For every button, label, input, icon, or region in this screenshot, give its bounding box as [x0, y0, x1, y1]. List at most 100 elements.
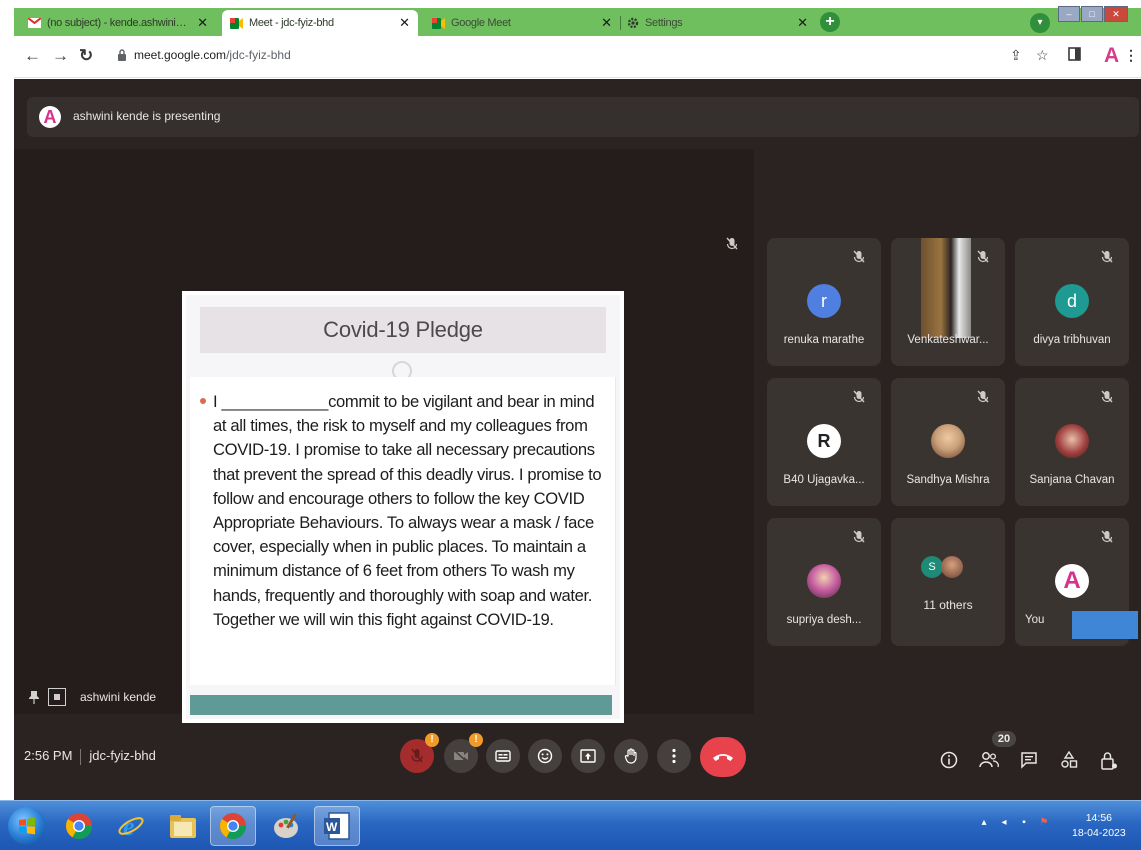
presented-slide: Covid-19 Pledge I ____________commit to …: [182, 291, 624, 723]
camera-off-icon: [453, 750, 468, 762]
close-tab-icon[interactable]: ✕: [601, 15, 612, 31]
meeting-info: 2:56 PM jdc-fyiz-bhd: [24, 748, 156, 765]
lock-icon[interactable]: [117, 49, 127, 61]
meeting-code: jdc-fyiz-bhd: [89, 748, 156, 763]
tab-google-meet[interactable]: Google Meet ✕: [424, 10, 620, 36]
meeting-details-icon[interactable]: [940, 751, 958, 769]
tab-title: Meet - jdc-fyiz-bhd: [249, 17, 334, 29]
close-window-icon[interactable]: ✕: [1104, 6, 1128, 22]
taskbar-chrome-running[interactable]: [210, 806, 256, 846]
participant-tile[interactable]: R B40 Ujagavka...: [767, 378, 881, 506]
close-tab-icon[interactable]: ✕: [399, 15, 410, 31]
mic-off-icon: [977, 390, 989, 403]
tab-title: Google Meet: [451, 17, 511, 29]
chrome-icon: [219, 813, 247, 840]
reactions-button[interactable]: [528, 739, 562, 773]
participant-tile[interactable]: r renuka marathe: [767, 238, 881, 366]
participant-photo: [1055, 424, 1089, 458]
svg-text:e: e: [123, 812, 135, 841]
start-button[interactable]: [8, 807, 46, 845]
mic-off-icon: [1101, 390, 1113, 403]
tray-expand-icon[interactable]: ▴: [978, 817, 990, 829]
pledge-text: I ____________commit to be vigilant and …: [213, 392, 602, 629]
presenting-text: ashwini kende is presenting: [73, 109, 221, 123]
participant-tile[interactable]: Sandhya Mishra: [891, 378, 1005, 506]
participant-avatar: r: [807, 284, 841, 318]
new-tab-button[interactable]: +: [820, 12, 840, 32]
maximize-icon[interactable]: □: [1081, 6, 1103, 22]
more-options-button[interactable]: [657, 739, 691, 773]
more-vert-icon: [672, 748, 676, 764]
presenter-name: ashwini kende: [80, 690, 157, 704]
reload-icon[interactable]: ↻: [79, 46, 93, 66]
bookmark-star-icon[interactable]: ☆: [1036, 47, 1049, 64]
tab-meet-active[interactable]: Meet - jdc-fyiz-bhd ✕: [222, 10, 418, 36]
taskbar-internet-explorer[interactable]: e: [108, 806, 154, 846]
camera-button[interactable]: [444, 733, 483, 773]
participant-name: Sanjana Chavan: [1029, 474, 1115, 486]
tab-title: Settings: [645, 17, 683, 29]
others-count-label: 11 others: [923, 598, 973, 612]
captions-icon: [495, 750, 511, 762]
activities-icon[interactable]: [1060, 751, 1078, 769]
gmail-icon: [28, 17, 41, 30]
mic-off-icon: [411, 748, 423, 763]
leave-call-button[interactable]: [700, 737, 746, 777]
minimize-icon[interactable]: –: [1058, 6, 1080, 22]
emoji-icon: [537, 748, 553, 764]
taskbar-clock[interactable]: 14:56 18-04-2023: [1072, 811, 1126, 841]
captions-button[interactable]: [486, 739, 520, 773]
tab-gmail[interactable]: (no subject) - kende.ashwini@gr ✕: [20, 10, 216, 36]
profile-avatar-icon[interactable]: A: [1104, 44, 1119, 68]
others-tile[interactable]: S 11 others: [891, 518, 1005, 646]
slide-footer-band: [190, 695, 612, 715]
participant-avatar: R: [807, 424, 841, 458]
share-icon[interactable]: ⇪: [1010, 47, 1022, 64]
host-controls-icon[interactable]: [1100, 751, 1118, 771]
mic-off-icon: [977, 250, 989, 263]
taskbar-explorer[interactable]: [160, 806, 206, 846]
participant-video: [921, 238, 971, 338]
people-icon[interactable]: [979, 751, 999, 769]
microphone-button[interactable]: [400, 733, 439, 773]
participant-tile[interactable]: Sanjana Chavan: [1015, 378, 1129, 506]
volume-icon[interactable]: ◂: [998, 817, 1010, 829]
chrome-icon: [65, 813, 93, 840]
network-icon[interactable]: ▪: [1018, 817, 1030, 829]
raise-hand-button[interactable]: [614, 739, 648, 773]
self-highlight-bar: [1072, 611, 1138, 639]
address-bar[interactable]: meet.google.com/jdc-fyiz-bhd: [134, 48, 291, 62]
taskbar-paint[interactable]: [264, 806, 310, 846]
clock-time: 14:56: [1085, 812, 1112, 824]
presenter-avatar: A: [39, 106, 61, 128]
tab-search-icon[interactable]: ▾: [1030, 13, 1050, 33]
side-panel-icon[interactable]: [1068, 47, 1081, 64]
svg-text:W: W: [326, 820, 338, 834]
meet-window: A ashwini kende is presenting Covid-19 P…: [14, 79, 1141, 800]
participant-tile[interactable]: d divya tribhuvan: [1015, 238, 1129, 366]
word-icon: W: [324, 812, 350, 840]
forward-icon[interactable]: →: [52, 46, 69, 66]
present-button[interactable]: [571, 739, 605, 773]
others-avatar-photo: [941, 556, 963, 578]
pin-icon[interactable]: [28, 690, 40, 704]
tab-title: (no subject) - kende.ashwini@gr: [47, 17, 192, 29]
window-controls: – □ ✕: [1058, 6, 1129, 22]
folder-icon: [170, 815, 196, 838]
participant-avatar: d: [1055, 284, 1089, 318]
participant-tile[interactable]: supriya desh...: [767, 518, 881, 646]
chat-icon[interactable]: [1020, 751, 1038, 769]
close-tab-icon[interactable]: ✕: [197, 15, 208, 31]
paint-icon: [274, 813, 298, 838]
participant-name: Sandhya Mishra: [906, 474, 990, 486]
action-center-icon[interactable]: ⚑: [1038, 817, 1050, 829]
participant-tile[interactable]: Venkateshwar...: [891, 238, 1005, 366]
tab-settings[interactable]: Settings ✕: [618, 10, 816, 36]
taskbar-chrome[interactable]: [56, 806, 102, 846]
back-icon[interactable]: ←: [24, 46, 41, 66]
url-domain: meet.google.com: [134, 48, 227, 62]
browser-menu-icon[interactable]: ⋮: [1124, 47, 1138, 64]
close-tab-icon[interactable]: ✕: [797, 15, 808, 31]
taskbar-word[interactable]: W: [314, 806, 360, 846]
mic-off-icon: [853, 530, 865, 543]
